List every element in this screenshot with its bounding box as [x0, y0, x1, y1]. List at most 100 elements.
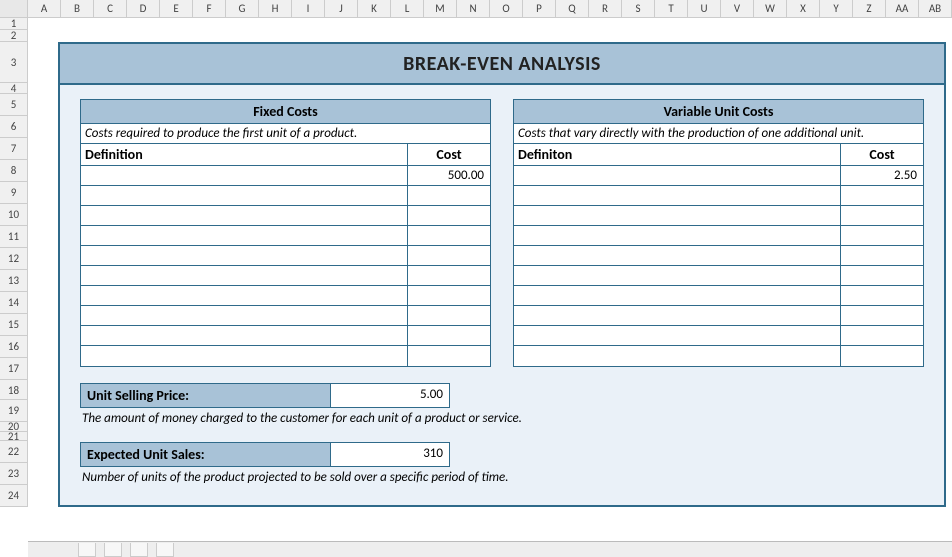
row-header[interactable]: 5 [0, 94, 28, 116]
cost-cell[interactable] [841, 306, 923, 325]
column-header[interactable]: H [259, 0, 292, 17]
cost-cell[interactable] [841, 246, 923, 265]
definition-cell[interactable] [514, 306, 841, 325]
definition-cell[interactable] [514, 286, 841, 305]
column-header[interactable]: W [754, 0, 787, 17]
sheet-tab[interactable] [130, 543, 148, 557]
column-header[interactable]: S [622, 0, 655, 17]
definition-cell[interactable] [81, 266, 408, 285]
cost-cell[interactable] [408, 266, 490, 285]
cost-cell[interactable] [408, 186, 490, 205]
column-header[interactable]: G [226, 0, 259, 17]
select-all-corner[interactable] [0, 0, 28, 17]
column-header[interactable]: C [94, 0, 127, 17]
column-header[interactable]: P [523, 0, 556, 17]
definition-cell[interactable] [514, 186, 841, 205]
cost-cell[interactable] [408, 326, 490, 345]
column-header[interactable]: M [424, 0, 457, 17]
cost-cell[interactable] [408, 306, 490, 325]
column-header[interactable]: K [358, 0, 391, 17]
column-header[interactable]: N [457, 0, 490, 17]
column-header[interactable]: L [391, 0, 424, 17]
selling-price-value[interactable]: 5.00 [331, 384, 449, 407]
cost-cell[interactable] [408, 206, 490, 225]
definition-cell[interactable] [514, 226, 841, 245]
definition-cell[interactable] [514, 246, 841, 265]
definition-cell[interactable] [81, 166, 408, 185]
column-header[interactable]: B [61, 0, 94, 17]
column-header[interactable]: R [589, 0, 622, 17]
definition-cell[interactable] [81, 186, 408, 205]
definition-cell[interactable] [81, 226, 408, 245]
column-header[interactable]: A [28, 0, 61, 17]
column-header[interactable]: Q [556, 0, 589, 17]
row-header[interactable]: 16 [0, 336, 28, 358]
definition-cell[interactable] [81, 286, 408, 305]
cost-cell[interactable] [408, 226, 490, 245]
row-header[interactable]: 2 [0, 30, 28, 42]
row-header[interactable]: 10 [0, 204, 28, 226]
cost-cell[interactable] [408, 346, 490, 366]
cost-cell[interactable]: 2.50 [841, 166, 923, 185]
cost-cell[interactable] [408, 246, 490, 265]
row-header[interactable]: 21 [0, 432, 28, 441]
column-header[interactable]: D [127, 0, 160, 17]
column-header[interactable]: X [787, 0, 820, 17]
definition-cell[interactable] [514, 206, 841, 225]
fixed-col-cost: Cost [408, 144, 490, 165]
definition-cell[interactable] [514, 346, 841, 366]
row-header[interactable]: 4 [0, 83, 28, 94]
definition-cell[interactable] [81, 206, 408, 225]
cost-cell[interactable] [841, 226, 923, 245]
definition-cell[interactable] [514, 266, 841, 285]
row-header[interactable]: 14 [0, 292, 28, 314]
cost-cell[interactable] [841, 266, 923, 285]
cost-cell[interactable] [841, 206, 923, 225]
row-header[interactable]: 12 [0, 248, 28, 270]
row-header[interactable]: 15 [0, 314, 28, 336]
column-header[interactable]: O [490, 0, 523, 17]
cost-cell[interactable] [408, 286, 490, 305]
definition-cell[interactable] [81, 246, 408, 265]
cost-cell[interactable] [841, 346, 923, 366]
sheet-tab[interactable] [104, 543, 122, 557]
column-header[interactable]: AA [886, 0, 919, 17]
row-header[interactable]: 6 [0, 116, 28, 138]
row-header[interactable]: 11 [0, 226, 28, 248]
row-header[interactable]: 18 [0, 380, 28, 400]
definition-cell[interactable] [81, 346, 408, 366]
column-header[interactable]: I [292, 0, 325, 17]
cost-cell[interactable] [841, 186, 923, 205]
column-header[interactable]: Z [853, 0, 886, 17]
column-header[interactable]: U [688, 0, 721, 17]
cost-cell[interactable]: 500.00 [408, 166, 490, 185]
column-header[interactable]: T [655, 0, 688, 17]
definition-cell[interactable] [81, 306, 408, 325]
row-header[interactable]: 9 [0, 182, 28, 204]
cost-cell[interactable] [841, 286, 923, 305]
column-header[interactable]: V [721, 0, 754, 17]
row-header[interactable]: 7 [0, 138, 28, 160]
column-header[interactable]: E [160, 0, 193, 17]
definition-cell[interactable] [514, 166, 841, 185]
row-header[interactable]: 22 [0, 441, 28, 463]
sheet-area[interactable]: BREAK-EVEN ANALYSIS Fixed Costs Costs re… [28, 18, 952, 541]
column-header[interactable]: J [325, 0, 358, 17]
cost-cell[interactable] [841, 326, 923, 345]
row-header[interactable]: 3 [0, 42, 28, 83]
sheet-tab[interactable] [78, 543, 96, 557]
row-header[interactable]: 19 [0, 400, 28, 422]
column-header[interactable]: F [193, 0, 226, 17]
row-header[interactable]: 24 [0, 485, 28, 507]
row-header[interactable]: 17 [0, 358, 28, 380]
column-header[interactable]: Y [820, 0, 853, 17]
expected-sales-value[interactable]: 310 [331, 443, 449, 466]
expected-sales-description: Number of units of the product projected… [80, 467, 924, 485]
sheet-tab[interactable] [156, 543, 174, 557]
row-header[interactable]: 23 [0, 463, 28, 485]
definition-cell[interactable] [514, 326, 841, 345]
row-header[interactable]: 8 [0, 160, 28, 182]
column-header[interactable]: AB [919, 0, 952, 17]
row-header[interactable]: 13 [0, 270, 28, 292]
definition-cell[interactable] [81, 326, 408, 345]
